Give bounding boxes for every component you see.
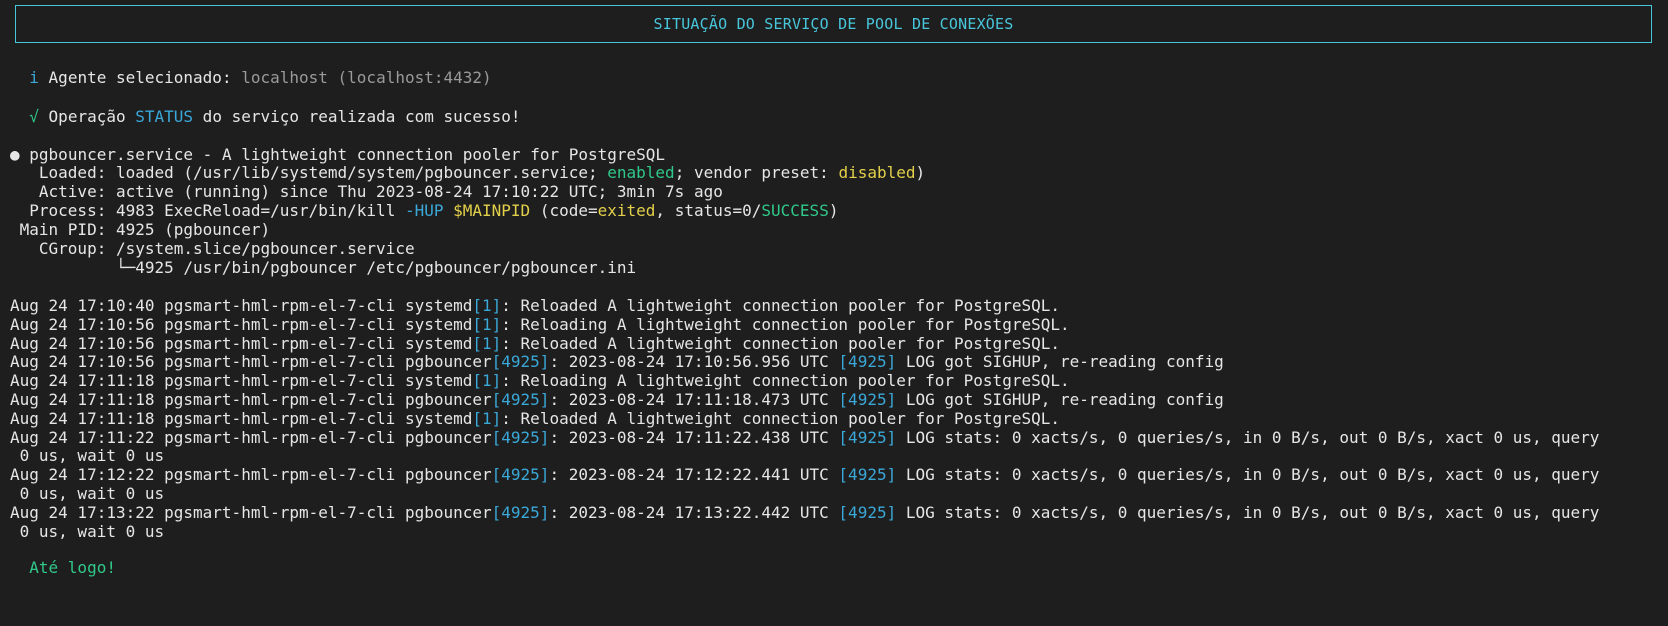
- log-pid-inner: [4925]: [838, 390, 897, 409]
- log-source: Aug 24 17:13:22 pgsmart-hml-rpm-el-7-cli…: [10, 502, 492, 522]
- process-pre: 4983 ExecReload=/usr/bin/kill: [115, 201, 405, 220]
- agent-value: localhost (localhost:4432): [241, 68, 492, 87]
- log-source: Aug 24 17:10:56 pgsmart-hml-rpm-el-7-cli…: [10, 314, 473, 334]
- log-line: Aug 24 17:11:18 pgsmart-hml-rpm-el-7-cli…: [10, 371, 1070, 391]
- active-value: active (running) since Thu 2023-08-24 17…: [115, 182, 723, 201]
- process-success: SUCCESS: [761, 201, 829, 220]
- log-pid: [4925]: [491, 502, 550, 522]
- process-exited: exited: [597, 201, 656, 220]
- log-message: : Reloaded A lightweight connection pool…: [501, 333, 1060, 353]
- process-mainpid: $MAINPID: [453, 201, 531, 220]
- log-timestamp: : 2023-08-24 17:11:18.473 UTC: [549, 390, 839, 409]
- log-message: : Reloading A lightweight connection poo…: [501, 314, 1070, 334]
- log-pid: [4925]: [491, 352, 550, 372]
- mainpid-value: 4925 (pgbouncer): [115, 220, 271, 239]
- log-pid: [4925]: [491, 390, 550, 409]
- log-message: : Reloaded A lightweight connection pool…: [501, 296, 1060, 315]
- process-line: Process: 4983 ExecReload=/usr/bin/kill -…: [10, 201, 838, 221]
- active-line: Active: active (running) since Thu 2023-…: [10, 182, 723, 202]
- log-line: Aug 24 17:11:18 pgsmart-hml-rpm-el-7-cli…: [10, 409, 1060, 429]
- process-space: [443, 201, 453, 220]
- log-line-wrap: 0 us, wait 0 us: [10, 521, 165, 541]
- log-message: LOG stats: 0 xacts/s, 0 queries/s, in 0 …: [896, 427, 1600, 447]
- log-line: Aug 24 17:12:22 pgsmart-hml-rpm-el-7-cli…: [10, 465, 1599, 485]
- process-status: , status=0/: [655, 201, 762, 220]
- log-line: Aug 24 17:13:22 pgsmart-hml-rpm-el-7-cli…: [10, 503, 1599, 523]
- log-line: Aug 24 17:10:40 pgsmart-hml-rpm-el-7-cli…: [10, 296, 1060, 316]
- operation-keyword: STATUS: [135, 107, 194, 126]
- log-source: Aug 24 17:11:18 pgsmart-hml-rpm-el-7-cli…: [10, 390, 492, 409]
- log-message: : Reloaded A lightweight connection pool…: [501, 408, 1060, 428]
- log-source: Aug 24 17:11:18 pgsmart-hml-rpm-el-7-cli…: [10, 408, 473, 428]
- log-message: LOG stats: 0 xacts/s, 0 queries/s, in 0 …: [896, 502, 1600, 522]
- log-pid: [4925]: [491, 427, 550, 447]
- process-close: ): [828, 201, 839, 220]
- loaded-mid: ; vendor preset:: [674, 163, 839, 182]
- operation-prefix: Operação: [48, 107, 136, 126]
- agent-line: i Agente selecionado: localhost (localho…: [10, 68, 492, 88]
- log-pid-inner: [4925]: [838, 465, 897, 485]
- log-line: Aug 24 17:10:56 pgsmart-hml-rpm-el-7-cli…: [10, 334, 1060, 354]
- log-pid: [1]: [472, 314, 502, 334]
- farewell-line: Até logo!: [10, 558, 116, 578]
- log-message: LOG got SIGHUP, re-reading config: [896, 352, 1224, 372]
- process-hup: -HUP: [404, 201, 444, 220]
- operation-suffix: do serviço realizada com sucesso!: [193, 107, 521, 126]
- loaded-line: Loaded: loaded (/usr/lib/systemd/system/…: [10, 163, 925, 183]
- log-pid: [1]: [472, 333, 502, 353]
- log-line: Aug 24 17:10:56 pgsmart-hml-rpm-el-7-cli…: [10, 315, 1070, 335]
- log-source: Aug 24 17:11:22 pgsmart-hml-rpm-el-7-cli…: [10, 427, 492, 447]
- info-icon: i: [29, 68, 39, 87]
- agent-label: Agente selecionado:: [48, 68, 242, 87]
- log-message: LOG stats: 0 xacts/s, 0 queries/s, in 0 …: [896, 465, 1600, 485]
- log-source: Aug 24 17:10:40 pgsmart-hml-rpm-el-7-cli…: [10, 296, 473, 315]
- mainpid-label: Main PID:: [10, 220, 116, 239]
- terminal-window: SITUAÇÃO DO SERVIÇO DE POOL DE CONEXÕES …: [0, 0, 1668, 626]
- cgroup-label: CGroup:: [10, 239, 116, 258]
- log-source: Aug 24 17:11:18 pgsmart-hml-rpm-el-7-cli…: [10, 371, 473, 391]
- log-timestamp: : 2023-08-24 17:11:22.438 UTC: [549, 427, 839, 447]
- log-pid-inner: [4925]: [838, 502, 897, 522]
- log-source: Aug 24 17:12:22 pgsmart-hml-rpm-el-7-cli…: [10, 465, 492, 485]
- log-message: : Reloading A lightweight connection poo…: [501, 371, 1070, 391]
- log-pid: [1]: [472, 371, 502, 391]
- active-label: Active:: [10, 182, 116, 201]
- service-header-line: ● pgbouncer.service - A lightweight conn…: [10, 145, 665, 165]
- log-line-wrap: 0 us, wait 0 us: [10, 484, 165, 503]
- log-pid: [4925]: [491, 465, 550, 485]
- process-code: (code=: [530, 201, 598, 220]
- cgroup-value: /system.slice/pgbouncer.service: [115, 239, 415, 258]
- loaded-path: loaded (/usr/lib/systemd/system/pgbounce…: [115, 163, 608, 182]
- log-pid: [1]: [472, 296, 502, 315]
- log-message: LOG got SIGHUP, re-reading config: [896, 390, 1224, 409]
- loaded-disabled: disabled: [838, 163, 916, 182]
- cgroup-child-line: └─4925 /usr/bin/pgbouncer /etc/pgbouncer…: [10, 258, 637, 277]
- farewell-text: Até logo!: [29, 558, 116, 577]
- log-line: Aug 24 17:11:22 pgsmart-hml-rpm-el-7-cli…: [10, 428, 1599, 448]
- log-line: Aug 24 17:10:56 pgsmart-hml-rpm-el-7-cli…: [10, 352, 1224, 372]
- loaded-enabled: enabled: [607, 163, 675, 182]
- log-line: Aug 24 17:11:18 pgsmart-hml-rpm-el-7-cli…: [10, 390, 1224, 410]
- log-line-wrap: 0 us, wait 0 us: [10, 446, 165, 466]
- loaded-close: ): [915, 163, 926, 182]
- cgroup-line: CGroup: /system.slice/pgbouncer.service: [10, 239, 415, 259]
- banner-box: SITUAÇÃO DO SERVIÇO DE POOL DE CONEXÕES: [15, 5, 1652, 43]
- log-pid: [1]: [472, 408, 502, 428]
- operation-line: √ Operação STATUS do serviço realizada c…: [10, 107, 521, 127]
- log-timestamp: : 2023-08-24 17:13:22.442 UTC: [549, 502, 839, 522]
- check-icon: √: [29, 107, 39, 126]
- log-source: Aug 24 17:10:56 pgsmart-hml-rpm-el-7-cli…: [10, 352, 492, 372]
- banner-title: SITUAÇÃO DO SERVIÇO DE POOL DE CONEXÕES: [653, 15, 1014, 33]
- process-label: Process:: [10, 201, 116, 220]
- log-pid-inner: [4925]: [838, 427, 897, 447]
- bullet-icon: ●: [10, 145, 20, 164]
- loaded-label: Loaded:: [10, 163, 116, 182]
- log-timestamp: : 2023-08-24 17:12:22.441 UTC: [549, 465, 839, 485]
- log-timestamp: : 2023-08-24 17:10:56.956 UTC: [549, 352, 839, 372]
- service-header: pgbouncer.service - A lightweight connec…: [29, 145, 666, 164]
- log-pid-inner: [4925]: [838, 352, 897, 372]
- mainpid-line: Main PID: 4925 (pgbouncer): [10, 220, 270, 240]
- log-source: Aug 24 17:10:56 pgsmart-hml-rpm-el-7-cli…: [10, 333, 473, 353]
